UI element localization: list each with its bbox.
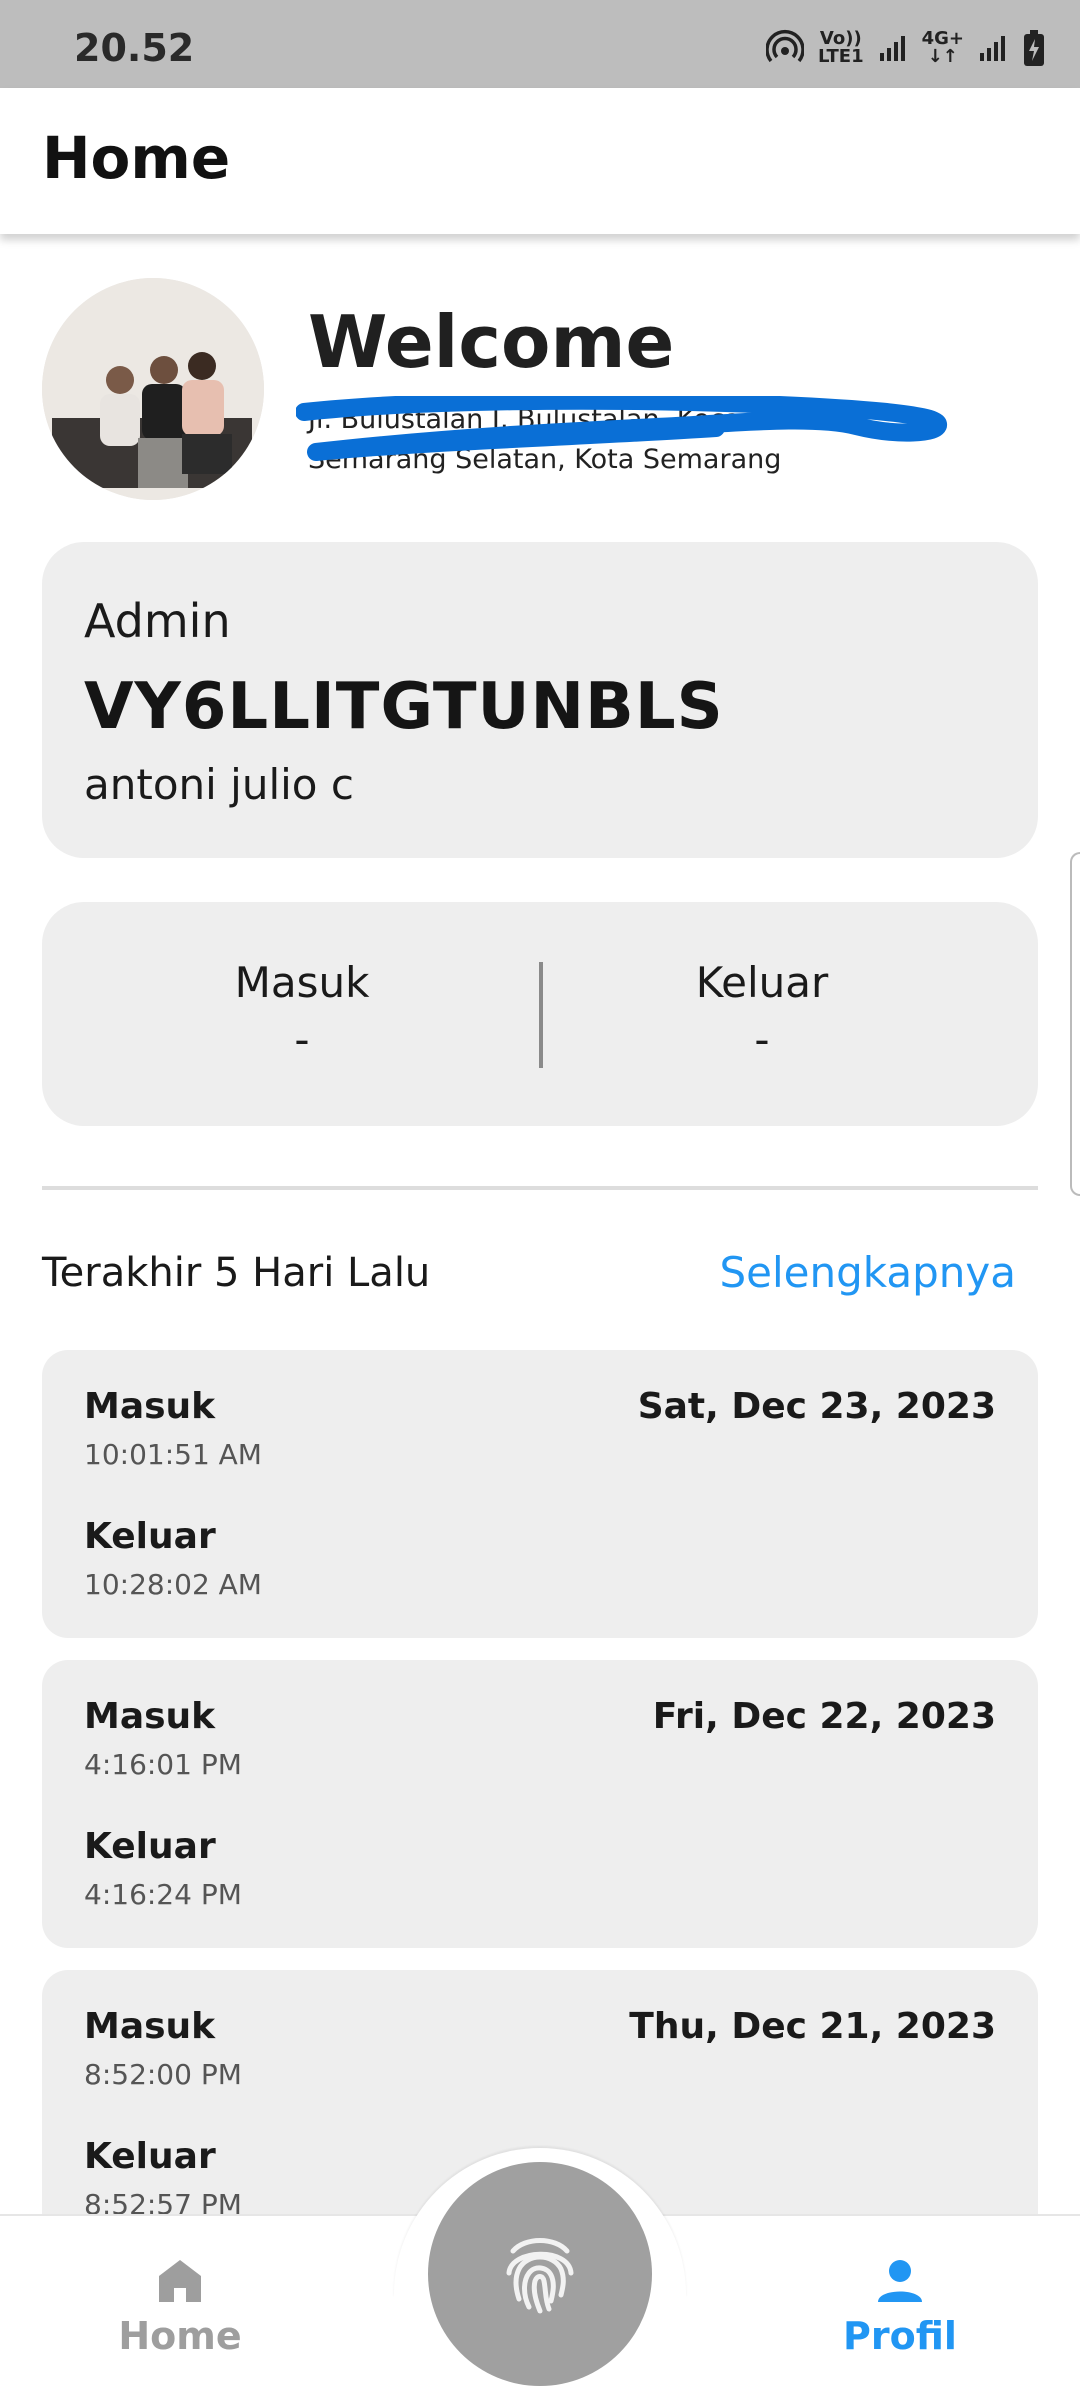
signal-icon <box>879 36 905 61</box>
history-out-label: Keluar <box>84 1826 216 1867</box>
nav-profil[interactable]: Profil <box>790 2256 1010 2358</box>
fingerprint-icon <box>506 2238 574 2314</box>
battery-charging-icon <box>1024 30 1044 66</box>
welcome-heading: Welcome <box>308 300 675 384</box>
history-out-time: 10:28:02 AM <box>84 1568 262 1601</box>
history-in-time: 4:16:01 PM <box>84 1748 242 1781</box>
person-icon <box>878 2260 922 2302</box>
history-out-label: Keluar <box>84 1516 216 1557</box>
check-in-summary: Masuk - <box>152 958 452 1064</box>
history-date: Thu, Dec 21, 2023 <box>629 2006 996 2047</box>
history-card[interactable]: Masuk 10:01:51 AM Keluar 10:28:02 AM Sat… <box>42 1350 1038 1638</box>
history-in-time: 10:01:51 AM <box>84 1438 262 1471</box>
history-in-time: 8:52:00 PM <box>84 2058 242 2091</box>
history-out-time: 4:16:24 PM <box>84 1878 242 1911</box>
history-in-label: Masuk <box>84 1386 216 1427</box>
history-in-label: Masuk <box>84 1696 216 1737</box>
avatar <box>42 278 264 500</box>
hotspot-icon <box>766 30 805 63</box>
status-bar: 20.52 Vo)) LTE1 4G+ ↓↑ <box>0 0 1080 88</box>
page-title: Home <box>42 124 231 192</box>
check-out-label: Keluar <box>695 958 829 1007</box>
side-panel-handle[interactable] <box>1070 852 1080 1196</box>
see-more-link[interactable]: Selengkapnya <box>720 1248 1016 1297</box>
history-date: Fri, Dec 22, 2023 <box>652 1696 996 1737</box>
admin-role: Admin <box>84 594 231 648</box>
profile-photo <box>42 278 264 500</box>
history-card[interactable]: Masuk 4:16:01 PM Keluar 4:16:24 PM Fri, … <box>42 1660 1038 1948</box>
divider <box>539 962 543 1068</box>
network-type-indicator: 4G+ ↓↑ <box>921 28 964 67</box>
volte-indicator: Vo)) LTE1 <box>818 28 864 67</box>
check-in-value: - <box>294 1015 310 1064</box>
check-out-summary: Keluar - <box>612 958 912 1064</box>
check-in-label: Masuk <box>234 958 370 1007</box>
signal-icon <box>980 36 1005 61</box>
history-title: Terakhir 5 Hari Lalu <box>42 1250 431 1296</box>
home-icon <box>159 2260 201 2302</box>
today-attendance-card: Masuk - Keluar - <box>42 902 1038 1126</box>
redaction-scribble <box>296 396 947 461</box>
status-icons: Vo)) LTE1 4G+ ↓↑ <box>766 22 1046 74</box>
admin-code: VY6LLITGTUNBLS <box>84 670 724 744</box>
fingerprint-button[interactable] <box>428 2162 652 2386</box>
app-bar: Home <box>0 88 1080 234</box>
admin-info-card: Admin VY6LLITGTUNBLS antoni julio c <box>42 542 1038 858</box>
history-date: Sat, Dec 23, 2023 <box>637 1386 996 1427</box>
nav-home-label: Home <box>118 2314 242 2358</box>
status-time: 20.52 <box>74 26 195 70</box>
check-out-value: - <box>754 1015 770 1064</box>
history-out-label: Keluar <box>84 2136 216 2177</box>
history-in-label: Masuk <box>84 2006 216 2047</box>
admin-name: antoni julio c <box>84 760 354 809</box>
nav-home[interactable]: Home <box>70 2256 290 2358</box>
nav-profil-label: Profil <box>843 2314 957 2358</box>
divider <box>42 1186 1038 1190</box>
